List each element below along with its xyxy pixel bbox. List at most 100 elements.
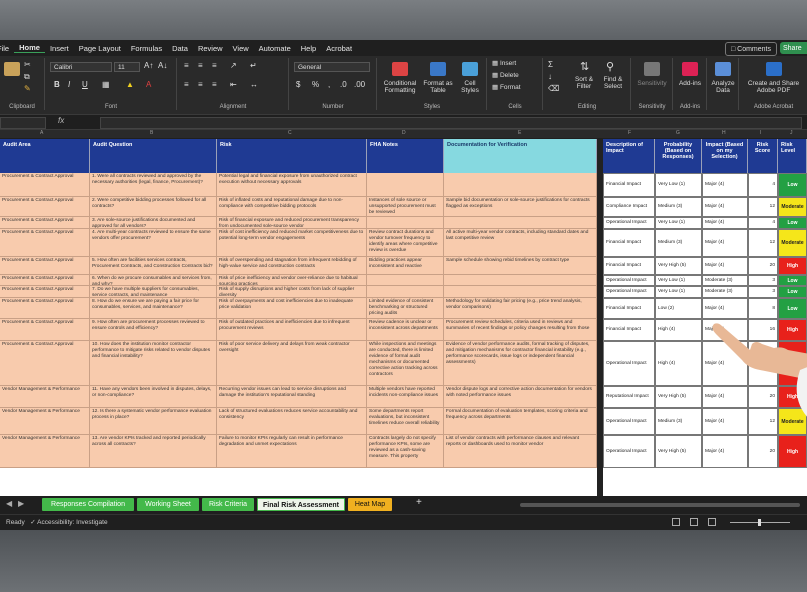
cell-styles-icon[interactable] bbox=[462, 62, 478, 76]
cell-doc[interactable] bbox=[444, 286, 597, 298]
conditional-formatting-button[interactable]: Conditional Formatting bbox=[380, 80, 420, 94]
cell-prob[interactable]: Very Low (1) bbox=[655, 173, 702, 197]
cell-risk[interactable]: Risk of overspending and stagnation from… bbox=[217, 257, 367, 275]
cell-prob[interactable]: Very High (5) bbox=[655, 257, 702, 275]
cell-area[interactable]: Procurement & Contract Approval bbox=[0, 173, 90, 197]
cell-impact[interactable]: Moderate (3) bbox=[702, 275, 748, 286]
align-right-icon[interactable]: ≡ bbox=[212, 80, 217, 89]
cell-risk[interactable]: Recurring vendor issues can lead to serv… bbox=[217, 386, 367, 408]
cell-doc[interactable]: Sample bid documentation or sole-source … bbox=[444, 197, 597, 217]
cell-impact[interactable]: Major (4) bbox=[702, 257, 748, 275]
cell-level[interactable]: Low bbox=[778, 173, 807, 197]
delete-cells-button[interactable]: ▦ Delete bbox=[492, 72, 519, 79]
cell-notes[interactable]: Bidding practices appear inconsistent an… bbox=[367, 257, 444, 275]
cell-styles-button[interactable]: Cell Styles bbox=[456, 80, 484, 94]
column-letter[interactable]: F bbox=[628, 130, 631, 136]
cell-score[interactable]: 20 bbox=[748, 257, 778, 275]
italic-icon[interactable]: I bbox=[68, 80, 70, 89]
cell-desc[interactable]: Operational Impact bbox=[603, 275, 655, 286]
sensitivity-icon[interactable] bbox=[644, 62, 660, 76]
header-probability[interactable]: Probability (Based on Responses) bbox=[655, 139, 702, 173]
cell-risk[interactable]: Risk of overpayments and cost inefficien… bbox=[217, 298, 367, 319]
horizontal-scrollbar[interactable] bbox=[520, 503, 800, 507]
zoom-slider-handle[interactable] bbox=[758, 519, 761, 526]
comments-button[interactable]: □ Comments bbox=[724, 42, 777, 56]
cell-doc[interactable]: Vendor dispute logs and corrective actio… bbox=[444, 386, 597, 408]
cell-score[interactable]: 12 bbox=[748, 197, 778, 217]
cell-risk[interactable]: Risk of financial exposure and reduced p… bbox=[217, 217, 367, 229]
cell-risk[interactable]: Risk of supply disruptions and higher co… bbox=[217, 286, 367, 298]
column-letter[interactable]: H bbox=[722, 130, 726, 136]
cell-question[interactable]: 8. How do we ensure we are paying a fair… bbox=[90, 298, 217, 319]
cell-area[interactable]: Procurement & Contract Approval bbox=[0, 197, 90, 217]
column-letter[interactable]: J bbox=[790, 130, 793, 136]
cell-level[interactable]: Low bbox=[778, 286, 807, 298]
cell-notes[interactable]: While inspections and meetings are condu… bbox=[367, 341, 444, 386]
cell-score[interactable]: 4 bbox=[748, 173, 778, 197]
column-letter[interactable]: G bbox=[676, 130, 680, 136]
share-button[interactable]: Share bbox=[780, 42, 807, 54]
wrap-text-icon[interactable]: ↵ bbox=[250, 61, 257, 70]
cell-impact[interactable]: Major (4) bbox=[702, 229, 748, 257]
tab-working-sheet[interactable]: Working Sheet bbox=[137, 498, 199, 511]
menu-formulas[interactable]: Formulas bbox=[126, 44, 167, 53]
increase-decimal-icon[interactable]: .0 bbox=[340, 80, 347, 89]
bold-icon[interactable]: B bbox=[54, 80, 60, 89]
cell-question[interactable]: 1. Were all contracts reviewed and appro… bbox=[90, 173, 217, 197]
cell-prob[interactable]: Very Low (1) bbox=[655, 217, 702, 229]
insert-cells-button[interactable]: ▦ Insert bbox=[492, 60, 516, 67]
format-as-table-icon[interactable] bbox=[430, 62, 446, 76]
insert-function-button[interactable]: fx bbox=[58, 116, 64, 125]
cell-question[interactable]: 9. How often are procurement processes r… bbox=[90, 319, 217, 341]
cell-notes[interactable] bbox=[367, 286, 444, 298]
cell-score[interactable]: 4 bbox=[748, 217, 778, 229]
tab-heat-map[interactable]: Heat Map bbox=[348, 498, 392, 511]
cell-question[interactable]: 5. How often are facilities services con… bbox=[90, 257, 217, 275]
cell-question[interactable]: 11. Have any vendors been involved in di… bbox=[90, 386, 217, 408]
cell-desc[interactable]: Compliance Impact bbox=[603, 197, 655, 217]
cell-desc[interactable]: Financial Impact bbox=[603, 257, 655, 275]
cell-notes[interactable] bbox=[367, 173, 444, 197]
format-painter-icon[interactable]: ✎ bbox=[24, 84, 31, 93]
cell-level[interactable]: Moderate bbox=[778, 197, 807, 217]
cell-question[interactable]: 6. When do we procure consumables and se… bbox=[90, 275, 217, 286]
cell-level[interactable]: Low bbox=[778, 275, 807, 286]
cell-level[interactable]: Moderate bbox=[778, 229, 807, 257]
cell-area[interactable]: Procurement & Contract Approval bbox=[0, 217, 90, 229]
column-letter[interactable]: B bbox=[150, 130, 153, 136]
decrease-indent-icon[interactable]: ⇤ bbox=[230, 80, 237, 89]
cell-notes[interactable]: Review cadence is unclear or inconsisten… bbox=[367, 319, 444, 341]
align-left-icon[interactable]: ≡ bbox=[184, 80, 189, 89]
borders-icon[interactable]: ▦ bbox=[102, 80, 110, 89]
fill-icon[interactable]: ↓ bbox=[548, 72, 552, 81]
cell-doc[interactable]: Formal documentation of evaluation templ… bbox=[444, 408, 597, 435]
cell-question[interactable]: 2. Were competitive bidding processes fo… bbox=[90, 197, 217, 217]
cell-doc[interactable] bbox=[444, 217, 597, 229]
header-risk-level[interactable]: Risk Level bbox=[778, 139, 807, 173]
merge-center-icon[interactable]: ↔ bbox=[250, 80, 258, 89]
cell-score[interactable]: 20 bbox=[748, 435, 778, 468]
spreadsheet-grid[interactable]: Audit Area Audit Question Risk FHA Notes… bbox=[0, 139, 807, 496]
cell-doc[interactable]: List of vendor contracts with performanc… bbox=[444, 435, 597, 468]
cell-notes[interactable]: Instances of sole source or unsupported … bbox=[367, 197, 444, 217]
align-top-icon[interactable]: ≡ bbox=[184, 61, 189, 70]
conditional-formatting-icon[interactable] bbox=[392, 62, 408, 76]
cell-notes[interactable]: Review contract durations and vendor tur… bbox=[367, 229, 444, 257]
format-as-table-button[interactable]: Format as Table bbox=[422, 80, 454, 94]
cell-area[interactable]: Procurement & Contract Approval bbox=[0, 229, 90, 257]
header-impact[interactable]: Impact (Based on my Selection) bbox=[702, 139, 748, 173]
cell-area[interactable]: Vendor Management & Performance bbox=[0, 386, 90, 408]
decrease-decimal-icon[interactable]: .00 bbox=[354, 80, 365, 89]
cell-area[interactable]: Vendor Management & Performance bbox=[0, 435, 90, 468]
cell-doc[interactable]: Methodology for validating fair pricing … bbox=[444, 298, 597, 319]
adobe-pdf-icon[interactable] bbox=[766, 62, 782, 76]
underline-icon[interactable]: U bbox=[82, 80, 88, 89]
menu-help[interactable]: Help bbox=[296, 44, 321, 53]
cell-desc[interactable]: Financial Impact bbox=[603, 173, 655, 197]
fill-color-icon[interactable]: ▲ bbox=[126, 80, 134, 89]
column-letter[interactable]: D bbox=[402, 130, 406, 136]
cell-desc[interactable]: Operational Impact bbox=[603, 435, 655, 468]
header-fha-notes[interactable]: FHA Notes bbox=[367, 139, 444, 173]
menu-view[interactable]: View bbox=[228, 44, 254, 53]
cell-question[interactable]: 10. How does the institution monitor con… bbox=[90, 341, 217, 386]
